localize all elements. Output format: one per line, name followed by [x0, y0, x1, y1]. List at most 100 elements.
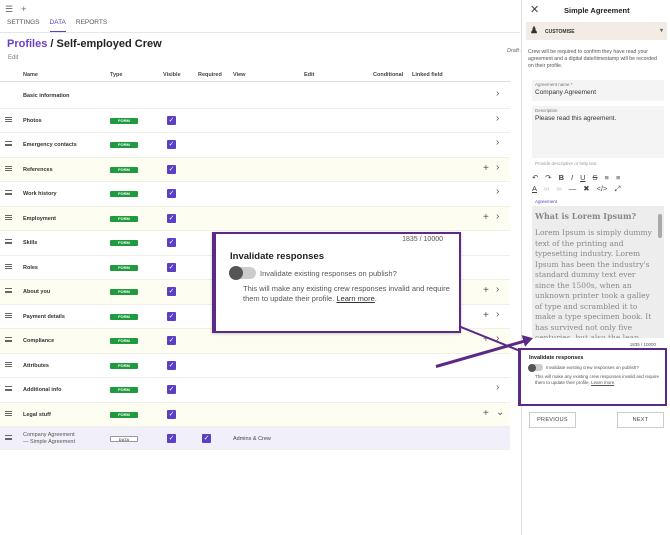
visible-checkbox[interactable]: ✓: [167, 311, 176, 321]
tab-data[interactable]: DATA: [49, 19, 66, 32]
add-icon[interactable]: +: [483, 408, 489, 419]
drag-handle-icon[interactable]: [5, 190, 12, 195]
visible-checkbox[interactable]: ✓: [167, 238, 176, 247]
visible-checkbox[interactable]: ✓: [167, 385, 176, 394]
code-icon[interactable]: </>: [597, 183, 608, 194]
breadcrumb-profiles[interactable]: Profiles: [7, 38, 47, 50]
drag-handle-icon[interactable]: [5, 214, 12, 220]
table-row[interactable]: Company Agreement — Simple Agreement DATA…: [0, 427, 510, 450]
chevron-right-icon[interactable]: ›: [496, 211, 499, 222]
fullscreen-icon[interactable]: ⤢: [614, 183, 620, 194]
chevron-right-icon[interactable]: ›: [496, 382, 499, 393]
visible-checkbox[interactable]: ✓: [167, 213, 176, 223]
visible-checkbox[interactable]: ✓: [167, 189, 176, 198]
agreement-editor[interactable]: What is Lorem Ipsum? Lorem Ipsum is simp…: [532, 206, 664, 338]
learn-more-link[interactable]: Learn more: [591, 380, 614, 385]
type-badge: FORM: [110, 117, 138, 124]
drag-handle-icon[interactable]: [5, 288, 12, 293]
invalidate-toggle[interactable]: [229, 266, 256, 280]
link-icon[interactable]: ∞: [544, 183, 549, 194]
visible-checkbox[interactable]: ✓: [167, 115, 176, 125]
chevron-right-icon[interactable]: ›: [496, 284, 499, 295]
chevron-down-icon[interactable]: ⌄: [496, 407, 504, 418]
edit-link[interactable]: Edit: [8, 55, 18, 61]
chevron-right-icon[interactable]: ›: [496, 162, 499, 173]
add-icon[interactable]: +: [483, 285, 489, 296]
drag-handle-icon[interactable]: [5, 410, 12, 416]
table-row[interactable]: Legal stuff FORM ✓ + ⌄: [0, 402, 510, 427]
close-icon[interactable]: ✕: [530, 3, 539, 16]
chevron-right-icon[interactable]: ›: [496, 186, 499, 197]
invalidate-toggle[interactable]: [528, 363, 543, 372]
add-icon[interactable]: +: [483, 163, 489, 174]
redo-icon[interactable]: ↷: [545, 172, 551, 183]
drag-handle-icon[interactable]: [5, 116, 12, 122]
unlink-icon[interactable]: ∞: [556, 183, 561, 194]
undo-icon[interactable]: ↶: [532, 172, 538, 183]
table-row[interactable]: Basic information ›: [0, 84, 510, 109]
visible-checkbox[interactable]: ✓: [167, 287, 176, 296]
table-row[interactable]: Emergency contacts FORM ✓ ›: [0, 133, 510, 158]
type-badge: FORM: [110, 387, 138, 393]
table-row[interactable]: Photos FORM ✓ ›: [0, 109, 510, 133]
required-checkbox[interactable]: ✓: [202, 434, 211, 443]
col-visible: Visible: [163, 72, 181, 78]
chevron-right-icon[interactable]: ›: [496, 309, 499, 320]
text-color-icon[interactable]: A: [532, 183, 537, 194]
strikethrough-icon[interactable]: S: [593, 172, 598, 183]
description-field[interactable]: Description Please read this agreement.: [532, 106, 664, 158]
visible-checkbox[interactable]: ✓: [167, 164, 176, 174]
visible-checkbox[interactable]: ✓: [167, 262, 176, 272]
drag-handle-icon[interactable]: [5, 165, 12, 171]
col-conditional: Conditional: [373, 72, 404, 78]
hamburger-icon[interactable]: ☰: [5, 4, 13, 15]
chevron-right-icon[interactable]: ›: [496, 137, 499, 148]
invalidate-responses-section: Invalidate responses Invalidate existing…: [518, 348, 667, 406]
bold-icon[interactable]: B: [559, 172, 564, 183]
italic-icon[interactable]: I: [571, 172, 573, 183]
table-row[interactable]: Work history FORM ✓ ›: [0, 182, 510, 207]
type-badge: FORM: [110, 142, 138, 148]
numbered-list-icon[interactable]: ≡: [616, 172, 620, 183]
add-icon[interactable]: +: [483, 310, 489, 321]
visible-checkbox[interactable]: ✓: [167, 336, 176, 345]
editor-scrollbar[interactable]: [658, 214, 662, 238]
tab-reports[interactable]: REPORTS: [76, 19, 107, 32]
drag-handle-icon[interactable]: [5, 337, 12, 342]
agreement-name-field[interactable]: Agreement name * Company Agreement: [532, 80, 664, 101]
next-button[interactable]: NEXT: [617, 412, 664, 428]
table-row[interactable]: References FORM ✓ + ›: [0, 157, 510, 182]
chevron-right-icon[interactable]: ›: [496, 113, 499, 124]
type-badge: FORM: [110, 411, 138, 418]
learn-more-link[interactable]: Learn more: [336, 294, 374, 303]
underline-icon[interactable]: U: [580, 172, 585, 183]
field-value: Please read this agreement.: [535, 115, 617, 122]
bullet-list-icon[interactable]: ≡: [605, 172, 609, 183]
visible-checkbox[interactable]: ✓: [167, 140, 176, 149]
panel-intro: Crew will be required to confirm they ha…: [528, 49, 657, 69]
drag-handle-icon[interactable]: [5, 239, 12, 244]
drag-handle-icon[interactable]: [5, 141, 12, 146]
add-icon[interactable]: +: [21, 4, 26, 14]
drag-handle-icon[interactable]: [5, 312, 12, 318]
person-icon: ♟: [530, 25, 539, 35]
visible-checkbox[interactable]: ✓: [167, 360, 176, 370]
drag-handle-icon[interactable]: [5, 386, 12, 391]
horizontal-rule-icon[interactable]: —: [569, 183, 577, 194]
tab-settings[interactable]: SETTINGS: [7, 19, 40, 32]
chevron-right-icon[interactable]: ›: [496, 88, 499, 99]
customise-dropdown[interactable]: ♟ CUSTOMISE ▾: [526, 22, 667, 40]
drag-handle-icon[interactable]: [5, 361, 12, 367]
previous-button[interactable]: PREVIOUS: [529, 412, 576, 428]
add-icon[interactable]: +: [483, 212, 489, 223]
drag-handle-icon[interactable]: [5, 263, 12, 269]
table-row[interactable]: Attributes FORM ✓: [0, 354, 510, 378]
table-row[interactable]: Additional info FORM ✓ ›: [0, 378, 510, 403]
visible-checkbox[interactable]: ✓: [167, 434, 176, 443]
col-name: Name: [23, 72, 38, 78]
row-name: Basic information: [23, 93, 70, 99]
table-row[interactable]: Employment FORM ✓ + ›: [0, 206, 510, 231]
drag-handle-icon[interactable]: [5, 435, 12, 440]
clear-format-icon[interactable]: ✖: [583, 183, 589, 194]
visible-checkbox[interactable]: ✓: [167, 409, 176, 419]
